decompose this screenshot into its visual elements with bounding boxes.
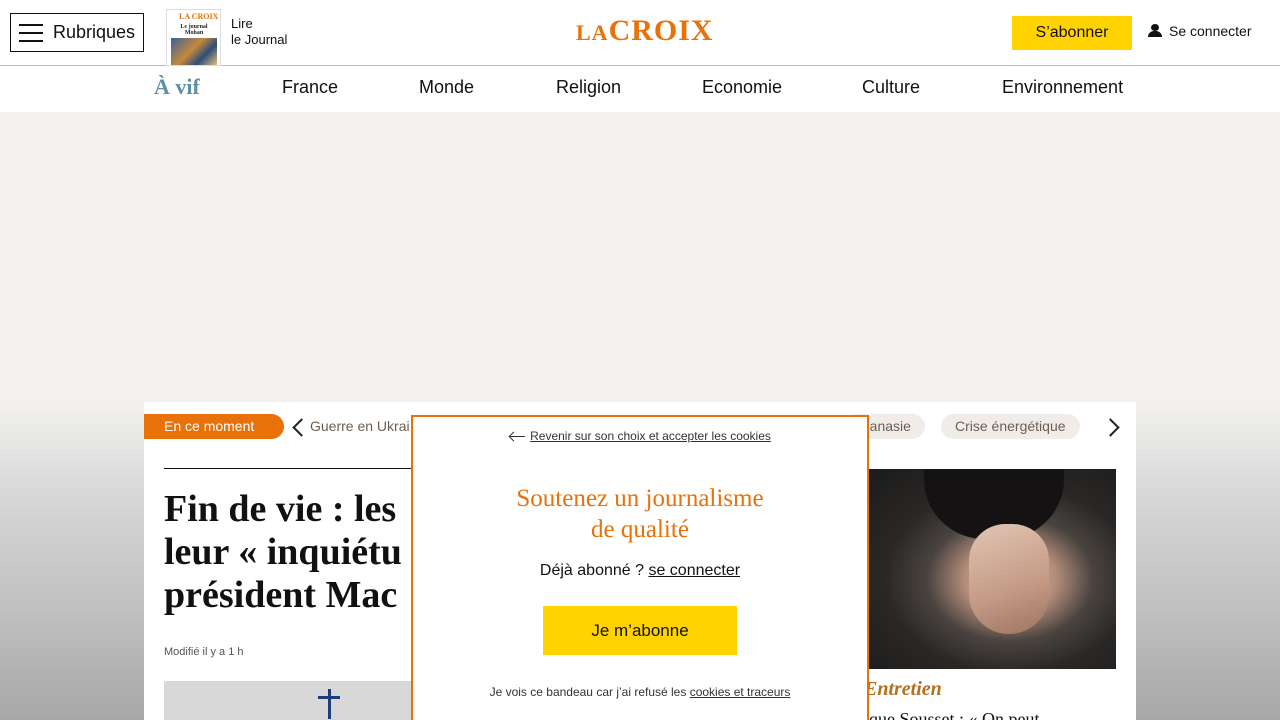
modal-login-link[interactable]: se connecter	[648, 562, 740, 579]
read-journal-line2: le Journal	[231, 32, 288, 47]
site-header: Rubriques LA CROIX Le journal Mohan Lire…	[0, 0, 1280, 66]
logo-la: LA	[576, 20, 609, 45]
accept-cookies-label: Revenir sur son choix et accepter les co…	[530, 429, 771, 443]
en-ce-moment-label: En ce moment	[144, 414, 284, 439]
login-label: Se connecter	[1169, 23, 1252, 39]
modal-subscribe-button[interactable]: Je m’abonne	[543, 606, 737, 655]
rubriques-label: Rubriques	[53, 22, 136, 42]
read-journal-link[interactable]: LA CROIX Le journal Mohan Lire le Journa…	[166, 9, 287, 66]
main-nav: À vif France Monde Religion Economie Cul…	[0, 66, 1280, 112]
chevron-right-icon[interactable]	[1106, 416, 1120, 436]
interview-kicker: Entretien	[864, 678, 942, 700]
article-modified-time: Modifié il y a 1 h	[164, 646, 244, 658]
nav-item-environnement[interactable]: Environnement	[1002, 77, 1123, 98]
topic-pill-ukraine[interactable]: Guerre en Ukrai	[296, 414, 424, 439]
modal-title: Soutenez un journalisme de qualité	[413, 483, 867, 545]
read-journal-label: Lire le Journal	[231, 16, 287, 48]
journal-cover-thumbnail: LA CROIX Le journal Mohan	[166, 9, 221, 66]
modal-title-line-2: de qualité	[591, 516, 689, 543]
nav-item-culture[interactable]: Culture	[862, 77, 920, 98]
journal-cover-headline: Le journal Mohan	[180, 24, 208, 36]
interview-portrait-image[interactable]	[864, 469, 1116, 669]
interview-title[interactable]: ique Sousset : « On peut	[864, 709, 1040, 720]
article-image[interactable]	[164, 681, 414, 720]
already-subscribed-text: Déjà abonné ? se connecter	[413, 562, 867, 580]
hamburger-icon	[19, 23, 43, 42]
topic-pill-crise-energetique[interactable]: Crise énergétique	[941, 414, 1080, 439]
login-link[interactable]: Se connecter	[1148, 23, 1252, 39]
rubriques-menu-button[interactable]: Rubriques	[10, 13, 144, 52]
nav-item-monde[interactable]: Monde	[419, 77, 474, 98]
user-icon	[1148, 24, 1162, 38]
subscription-modal: Revenir sur son choix et accepter les co…	[411, 415, 869, 720]
refused-cookies-label: Je vois ce bandeau car j’ai refusé les	[489, 685, 690, 699]
nav-item-economie[interactable]: Economie	[702, 77, 782, 98]
subscribe-button[interactable]: S’abonner	[1012, 16, 1132, 50]
refused-cookies-text: Je vois ce bandeau car j’ai refusé les c…	[413, 685, 867, 699]
read-journal-line1: Lire	[231, 16, 253, 31]
nav-item-religion[interactable]: Religion	[556, 77, 621, 98]
cookies-trackers-link[interactable]: cookies et traceurs	[690, 685, 791, 699]
cross-icon	[314, 689, 344, 719]
nav-item-france[interactable]: France	[282, 77, 338, 98]
logo-croix: CROIX	[608, 14, 714, 47]
journal-cover-logo: LA CROIX	[179, 12, 219, 21]
nav-item-a-vif[interactable]: À vif	[154, 74, 200, 100]
la-croix-logo[interactable]: LACROIX	[576, 14, 714, 48]
already-subscribed-label: Déjà abonné ?	[539, 562, 649, 579]
headline-divider	[164, 468, 414, 469]
journal-cover-image	[171, 38, 217, 65]
modal-title-line-1: Soutenez un journalisme	[516, 485, 764, 512]
arrow-left-icon	[509, 433, 526, 441]
accept-cookies-link[interactable]: Revenir sur son choix et accepter les co…	[413, 429, 867, 443]
